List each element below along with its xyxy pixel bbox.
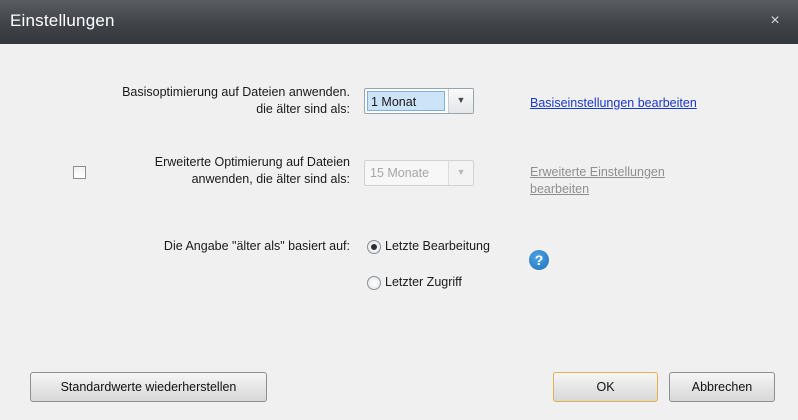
advanced-optimization-checkbox[interactable]	[73, 166, 86, 179]
radio-selected-dot	[371, 244, 377, 250]
help-icon[interactable]: ?	[529, 250, 549, 270]
basic-age-dropdown[interactable]: 1 Monat ▼	[364, 88, 474, 114]
radio-last-modified-label[interactable]: Letzte Bearbeitung	[385, 238, 490, 255]
advanced-settings-link[interactable]: Erweiterte Einstellungen bearbeiten	[530, 164, 720, 198]
chevron-down-icon[interactable]: ▼	[448, 89, 473, 113]
advanced-optimization-label: Erweiterte Optimierung auf Dateien anwen…	[154, 155, 350, 186]
cancel-button[interactable]: Abbrechen	[669, 372, 775, 402]
advanced-age-value: 15 Monate	[370, 166, 430, 180]
settings-dialog: Einstellungen × Basisoptimierung auf Dat…	[0, 0, 798, 420]
basic-age-value: 1 Monat	[367, 91, 445, 111]
radio-last-accessed[interactable]	[367, 276, 381, 290]
restore-defaults-button[interactable]: Standardwerte wiederherstellen	[30, 372, 267, 402]
dialog-title: Einstellungen	[10, 11, 115, 30]
title-bar: Einstellungen ×	[0, 0, 798, 44]
chevron-down-icon[interactable]: ▼	[448, 161, 473, 185]
basis-label: Die Angabe "älter als" basiert auf:	[163, 239, 350, 253]
close-icon[interactable]: ×	[762, 8, 788, 34]
ok-button[interactable]: OK	[553, 372, 658, 402]
radio-last-accessed-label[interactable]: Letzter Zugriff	[385, 274, 462, 291]
basic-settings-link[interactable]: Basiseinstellungen bearbeiten	[530, 95, 697, 112]
basic-optimization-label: Basisoptimierung auf Dateien anwenden. d…	[122, 85, 350, 116]
advanced-age-dropdown[interactable]: 15 Monate ▼	[364, 160, 474, 186]
radio-last-modified[interactable]	[367, 240, 381, 254]
